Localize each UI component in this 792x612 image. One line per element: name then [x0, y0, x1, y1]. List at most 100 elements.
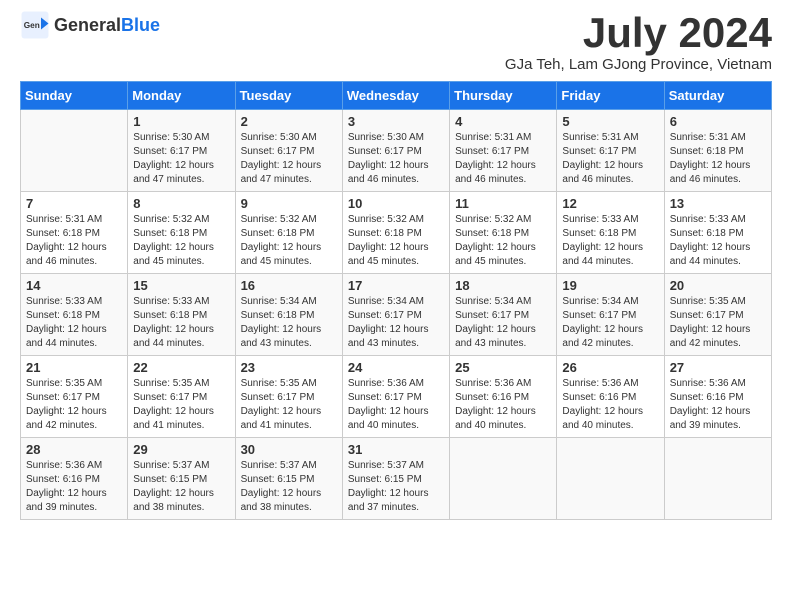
cell-details: Sunrise: 5:36 AM Sunset: 6:16 PM Dayligh…: [455, 377, 551, 433]
logo-blue-text: Blue: [121, 15, 160, 35]
calendar-cell: 8 Sunrise: 5:32 AM Sunset: 6:18 PM Daylig…: [128, 192, 235, 274]
calendar-cell: 21Sunrise: 5:35 AM Sunset: 6:17 PM Dayli…: [21, 356, 128, 438]
day-number: 28: [26, 442, 122, 457]
cell-details: Sunrise: 5:35 AM Sunset: 6:17 PM Dayligh…: [670, 295, 766, 351]
day-number: 8: [133, 196, 229, 211]
cell-details: Sunrise: 5:31 AM Sunset: 6:18 PM Dayligh…: [26, 213, 122, 269]
cell-details: Sunrise: 5:36 AM Sunset: 6:16 PM Dayligh…: [670, 377, 766, 433]
calendar-week-row: 1 Sunrise: 5:30 AM Sunset: 6:17 PM Daylig…: [21, 110, 772, 192]
calendar-cell: [21, 110, 128, 192]
calendar-cell: 29Sunrise: 5:37 AM Sunset: 6:15 PM Dayli…: [128, 438, 235, 520]
cell-details: Sunrise: 5:33 AM Sunset: 6:18 PM Dayligh…: [26, 295, 122, 351]
calendar-cell: 9 Sunrise: 5:32 AM Sunset: 6:18 PM Daylig…: [235, 192, 342, 274]
cell-details: Sunrise: 5:35 AM Sunset: 6:17 PM Dayligh…: [133, 377, 229, 433]
calendar-cell: 5Sunrise: 5:31 AM Sunset: 6:17 PM Daylig…: [557, 110, 664, 192]
page-header: Gen GeneralBlue July 2024 GJa Teh, Lam G…: [20, 10, 772, 73]
day-number: 13: [670, 196, 766, 211]
calendar-cell: [557, 438, 664, 520]
calendar-cell: 1Sunrise: 5:30 AM Sunset: 6:17 PM Daylig…: [128, 110, 235, 192]
title-section: July 2024 GJa Teh, Lam GJong Province, V…: [505, 10, 772, 73]
logo-text: GeneralBlue: [54, 15, 160, 36]
cell-details: Sunrise: 5:37 AM Sunset: 6:15 PM Dayligh…: [348, 459, 444, 515]
day-number: 9: [241, 196, 337, 211]
day-number: 1: [133, 114, 229, 129]
cell-details: Sunrise: 5:32 AM Sunset: 6:18 PM Dayligh…: [455, 213, 551, 269]
day-number: 16: [241, 278, 337, 293]
calendar-cell: 4Sunrise: 5:31 AM Sunset: 6:17 PM Daylig…: [450, 110, 557, 192]
header-day-thursday: Thursday: [450, 82, 557, 110]
logo: Gen GeneralBlue: [20, 10, 160, 40]
calendar-cell: 31 Sunrise: 5:37 AM Sunset: 6:15 PM Dayli…: [342, 438, 449, 520]
calendar-table: SundayMondayTuesdayWednesdayThursdayFrid…: [20, 81, 772, 520]
cell-details: Sunrise: 5:36 AM Sunset: 6:16 PM Dayligh…: [26, 459, 122, 515]
cell-details: Sunrise: 5:32 AM Sunset: 6:18 PM Dayligh…: [133, 213, 229, 269]
day-number: 7: [26, 196, 122, 211]
cell-details: Sunrise: 5:32 AM Sunset: 6:18 PM Dayligh…: [241, 213, 337, 269]
calendar-cell: [664, 438, 771, 520]
day-number: 19: [562, 278, 658, 293]
cell-details: Sunrise: 5:36 AM Sunset: 6:17 PM Dayligh…: [348, 377, 444, 433]
svg-text:Gen: Gen: [24, 21, 40, 30]
header-day-monday: Monday: [128, 82, 235, 110]
header-day-wednesday: Wednesday: [342, 82, 449, 110]
calendar-cell: 26Sunrise: 5:36 AM Sunset: 6:16 PM Dayli…: [557, 356, 664, 438]
cell-details: Sunrise: 5:30 AM Sunset: 6:17 PM Dayligh…: [348, 131, 444, 187]
day-number: 21: [26, 360, 122, 375]
calendar-header-row: SundayMondayTuesdayWednesdayThursdayFrid…: [21, 82, 772, 110]
cell-details: Sunrise: 5:34 AM Sunset: 6:17 PM Dayligh…: [455, 295, 551, 351]
day-number: 29: [133, 442, 229, 457]
day-number: 2: [241, 114, 337, 129]
cell-details: Sunrise: 5:36 AM Sunset: 6:16 PM Dayligh…: [562, 377, 658, 433]
calendar-cell: 28 Sunrise: 5:36 AM Sunset: 6:16 PM Dayli…: [21, 438, 128, 520]
calendar-cell: 11 Sunrise: 5:32 AM Sunset: 6:18 PM Dayli…: [450, 192, 557, 274]
day-number: 17: [348, 278, 444, 293]
day-number: 10: [348, 196, 444, 211]
cell-details: Sunrise: 5:31 AM Sunset: 6:17 PM Dayligh…: [562, 131, 658, 187]
day-number: 12: [562, 196, 658, 211]
day-number: 31: [348, 442, 444, 457]
day-number: 30: [241, 442, 337, 457]
calendar-cell: 15 Sunrise: 5:33 AM Sunset: 6:18 PM Dayli…: [128, 274, 235, 356]
day-number: 24: [348, 360, 444, 375]
calendar-cell: 2Sunrise: 5:30 AM Sunset: 6:17 PM Daylig…: [235, 110, 342, 192]
calendar-cell: 25 Sunrise: 5:36 AM Sunset: 6:16 PM Dayli…: [450, 356, 557, 438]
cell-details: Sunrise: 5:33 AM Sunset: 6:18 PM Dayligh…: [133, 295, 229, 351]
calendar-cell: 12 Sunrise: 5:33 AM Sunset: 6:18 PM Dayli…: [557, 192, 664, 274]
calendar-cell: 20 Sunrise: 5:35 AM Sunset: 6:17 PM Dayli…: [664, 274, 771, 356]
cell-details: Sunrise: 5:33 AM Sunset: 6:18 PM Dayligh…: [562, 213, 658, 269]
calendar-cell: [450, 438, 557, 520]
calendar-cell: 13 Sunrise: 5:33 AM Sunset: 6:18 PM Dayli…: [664, 192, 771, 274]
header-day-tuesday: Tuesday: [235, 82, 342, 110]
day-number: 15: [133, 278, 229, 293]
calendar-cell: 3Sunrise: 5:30 AM Sunset: 6:17 PM Daylig…: [342, 110, 449, 192]
day-number: 18: [455, 278, 551, 293]
cell-details: Sunrise: 5:32 AM Sunset: 6:18 PM Dayligh…: [348, 213, 444, 269]
header-day-friday: Friday: [557, 82, 664, 110]
calendar-week-row: 21 Sunrise: 5:35 AM Sunset: 6:17 PM Dayli…: [21, 356, 772, 438]
calendar-cell: 7 Sunrise: 5:31 AM Sunset: 6:18 PM Daylig…: [21, 192, 128, 274]
calendar-cell: 16Sunrise: 5:34 AM Sunset: 6:18 PM Dayli…: [235, 274, 342, 356]
cell-details: Sunrise: 5:35 AM Sunset: 6:17 PM Dayligh…: [241, 377, 337, 433]
header-day-saturday: Saturday: [664, 82, 771, 110]
calendar-week-row: 7 Sunrise: 5:31 AM Sunset: 6:18 PM Daylig…: [21, 192, 772, 274]
day-number: 6: [670, 114, 766, 129]
cell-details: Sunrise: 5:31 AM Sunset: 6:18 PM Dayligh…: [670, 131, 766, 187]
calendar-week-row: 28 Sunrise: 5:36 AM Sunset: 6:16 PM Dayli…: [21, 438, 772, 520]
day-number: 23: [241, 360, 337, 375]
day-number: 27: [670, 360, 766, 375]
calendar-cell: 22Sunrise: 5:35 AM Sunset: 6:17 PM Dayli…: [128, 356, 235, 438]
calendar-cell: 23 Sunrise: 5:35 AM Sunset: 6:17 PM Dayli…: [235, 356, 342, 438]
day-number: 20: [670, 278, 766, 293]
day-number: 25: [455, 360, 551, 375]
calendar-cell: 27 Sunrise: 5:36 AM Sunset: 6:16 PM Dayli…: [664, 356, 771, 438]
calendar-cell: 14 Sunrise: 5:33 AM Sunset: 6:18 PM Dayli…: [21, 274, 128, 356]
day-number: 11: [455, 196, 551, 211]
calendar-cell: 24 Sunrise: 5:36 AM Sunset: 6:17 PM Dayli…: [342, 356, 449, 438]
day-number: 14: [26, 278, 122, 293]
day-number: 4: [455, 114, 551, 129]
calendar-week-row: 14 Sunrise: 5:33 AM Sunset: 6:18 PM Dayli…: [21, 274, 772, 356]
cell-details: Sunrise: 5:33 AM Sunset: 6:18 PM Dayligh…: [670, 213, 766, 269]
month-title: July 2024: [505, 10, 772, 56]
logo-general: General: [54, 15, 121, 35]
calendar-cell: 10 Sunrise: 5:32 AM Sunset: 6:18 PM Dayli…: [342, 192, 449, 274]
